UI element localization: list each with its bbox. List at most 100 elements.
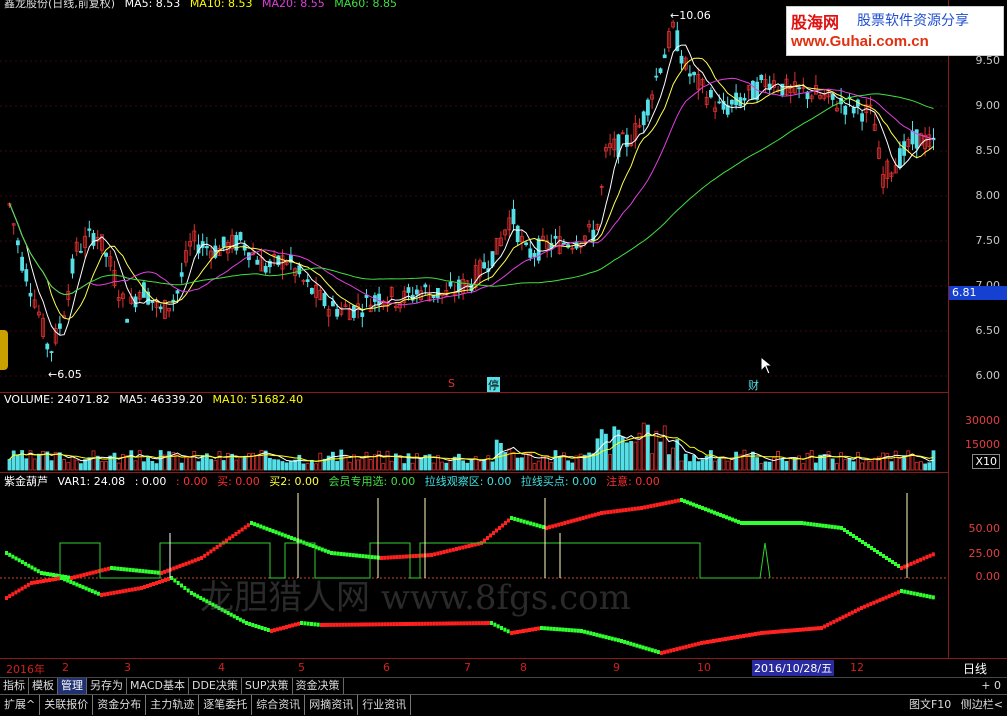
indicator-upper-dot (612, 509, 616, 514)
indicator-lower-dot (190, 591, 193, 595)
month-tick: 10 (697, 661, 711, 674)
volume-bar (549, 461, 554, 471)
indicator-lower-dot (567, 628, 571, 633)
indicator-lower-dot (820, 626, 823, 630)
indicator-lower-dot (823, 624, 827, 629)
indicator-lower-dot (660, 651, 663, 655)
price-chart-pane[interactable]: 鑫龙股份(日线,前复权) MA5: 8.53 MA10: 8.53 MA20: … (0, 0, 948, 393)
indicator-lower-dot (802, 627, 805, 632)
expand-button[interactable]: 扩展^ (0, 695, 41, 715)
indicator-upper-dot (290, 536, 293, 540)
indicator-upper-dot (519, 518, 523, 523)
indicator-upper-dot (339, 551, 343, 556)
candlestick-chart[interactable] (0, 0, 948, 392)
tick-orders-button[interactable]: 逐笔委托 (199, 695, 253, 715)
sidebar-toggle-button[interactable]: 侧边栏< (961, 698, 1003, 711)
price-tick: 6.50 (975, 324, 1001, 337)
volume-pane[interactable]: VOLUME: 24071.82 MA5: 46339.20 MA10: 516… (0, 392, 948, 473)
volume-bar (692, 455, 696, 471)
candlestick (456, 279, 461, 291)
indicator-upper-dot (581, 516, 585, 520)
volume-bar (843, 459, 848, 471)
indicator-lower-dot (149, 583, 152, 587)
tab-save-as[interactable]: 另存为 (87, 678, 127, 694)
indicator-upper-dot (646, 504, 650, 509)
tab-sup[interactable]: SUP决策 (242, 678, 293, 694)
marker-stop[interactable]: 停 (487, 377, 500, 393)
indicator-upper-dot (470, 543, 474, 548)
indicator-lower-dot (323, 622, 327, 627)
tab-dde[interactable]: DDE决策 (189, 678, 242, 694)
indicator-upper-dot (448, 548, 452, 553)
right-axis[interactable]: 9.50 9.00 8.50 8.00 7.50 7.00 6.50 6.00 … (948, 0, 1007, 658)
indicator-upper-dot (670, 499, 674, 504)
indicator-upper-dot (716, 511, 719, 516)
indicator-upper-dot (476, 541, 480, 546)
volume-bar (116, 462, 121, 471)
volume-bar (406, 453, 411, 471)
fund-distribution-button[interactable]: 资金分布 (93, 695, 147, 715)
indicator-upper-dot (364, 554, 368, 559)
industry-news-button[interactable]: 行业资讯 (358, 695, 412, 715)
tab-template[interactable]: 模板 (29, 678, 58, 694)
indicator-lower-dot (423, 621, 427, 626)
current-price-flag: 6.81 (949, 286, 1007, 300)
volume-bar (570, 462, 575, 471)
indicator-upper-dot (755, 521, 758, 525)
indicator-lower-dot (75, 582, 79, 587)
period-label[interactable]: 日线 (963, 660, 987, 677)
marker-finance[interactable]: 财 (748, 377, 759, 393)
guhai-logo[interactable]: 股海网 股票软件资源分享 www.Guhai.com.cn (786, 6, 1004, 56)
candlestick (717, 101, 722, 104)
volume-bar (179, 462, 184, 471)
indicator-pane[interactable]: 紫金葫芦 VAR1: 24.08 : 0.00 : 0.00 买: 0.00 买… (0, 472, 948, 659)
indicator-upper-dot (209, 549, 213, 554)
indicator-lower-dot (398, 622, 402, 627)
volume-bar (650, 453, 654, 471)
date-axis[interactable]: 2016年 2 3 4 5 6 7 8 9 10 12 2016/10/28/五… (0, 658, 1007, 677)
tab-zoom-controls[interactable]: + 0 (981, 678, 1001, 694)
candlestick (104, 252, 108, 257)
tab-indicator[interactable]: 指标 (0, 678, 29, 694)
indicator-lower-dot (140, 586, 143, 590)
zijin-hulu-indicator[interactable] (0, 473, 948, 658)
bottom-toolbar[interactable]: 扩展^ 关联报价 资金分布 主力轨迹 逐笔委托 综合资讯 网摘资讯 行业资讯 图文F10 侧边… (0, 694, 1007, 716)
indicator-lower-dot (23, 584, 27, 589)
web-news-button[interactable]: 网摘资讯 (305, 695, 359, 715)
volume-bar (410, 462, 415, 471)
related-quotes-button[interactable]: 关联报价 (40, 695, 94, 715)
indicator-upper-dot (178, 564, 182, 569)
indicator-upper-dot (20, 560, 24, 565)
volume-bar (356, 459, 361, 471)
indicator-upper-dot (439, 550, 443, 555)
indicator-lower-dot (778, 629, 781, 634)
side-collapse-handle[interactable] (0, 330, 8, 370)
indicator-lower-dot (841, 615, 845, 620)
indicator-lower-dot (303, 621, 307, 626)
indicator-upper-dot (392, 555, 396, 560)
volume-bar (599, 429, 604, 471)
f10-button[interactable]: 图文F10 (909, 698, 951, 711)
indicator-tabs[interactable]: 指标 模板 管理 另存为 MACD基本 DDE决策 SUP决策 资金决策 + 0 (0, 677, 1007, 695)
main-track-button[interactable]: 主力轨迹 (146, 695, 200, 715)
indicator-upper-dot (274, 530, 278, 535)
volume-bar (360, 456, 365, 471)
candlestick (688, 73, 692, 77)
indicator-upper-dot (624, 507, 628, 512)
indicator-lower-dot (525, 628, 528, 633)
volume-bar (847, 458, 852, 471)
volume-bar (225, 452, 230, 471)
candlestick (150, 300, 155, 303)
indicator-upper-dot (876, 550, 879, 554)
indicator-lower-dot (510, 631, 513, 635)
indicator-upper-dot (761, 521, 764, 525)
volume-bar (625, 442, 629, 471)
general-news-button[interactable]: 综合资讯 (252, 695, 306, 715)
tab-macd[interactable]: MACD基本 (127, 678, 189, 694)
volume-bar (679, 460, 684, 471)
month-tick: 3 (124, 661, 131, 674)
indicator-upper-dot (135, 568, 138, 573)
tab-manage[interactable]: 管理 (58, 678, 87, 694)
indicator-upper-dot (752, 521, 755, 525)
tab-fund[interactable]: 资金决策 (293, 678, 344, 694)
